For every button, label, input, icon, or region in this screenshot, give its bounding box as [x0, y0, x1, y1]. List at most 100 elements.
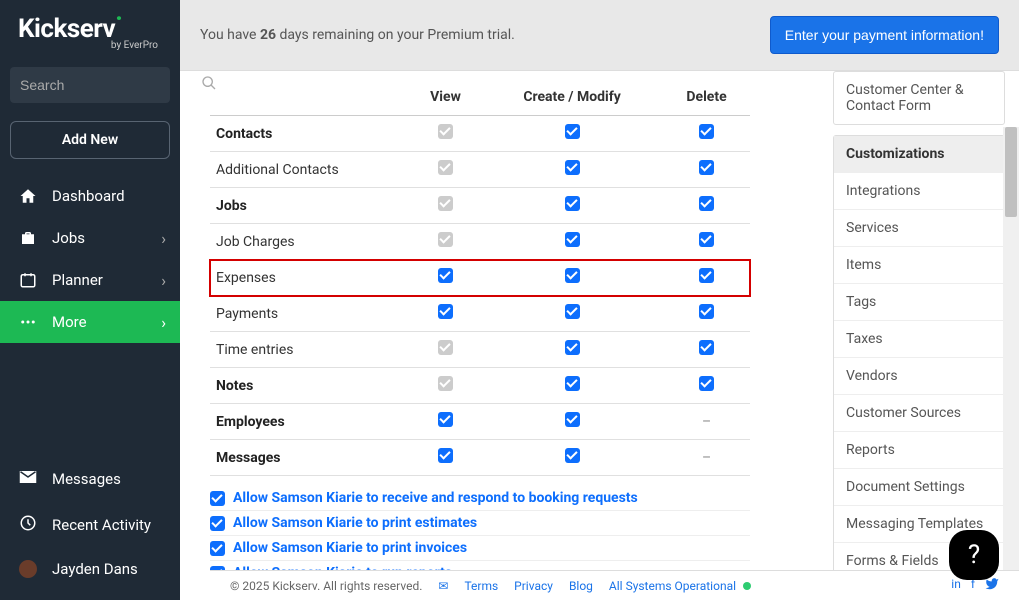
row-label: Payments — [210, 296, 410, 332]
panel-item-reports[interactable]: Reports — [834, 432, 1004, 469]
checkbox[interactable] — [565, 268, 580, 283]
checkbox[interactable] — [210, 491, 225, 506]
checkbox[interactable] — [210, 516, 225, 531]
panel-item-tags[interactable]: Tags — [834, 284, 1004, 321]
checkbox[interactable] — [565, 124, 580, 139]
checkbox[interactable] — [438, 268, 453, 283]
bottom-nav-label: Jayden Dans — [52, 560, 138, 578]
checkbox[interactable] — [699, 304, 714, 319]
checkbox[interactable] — [438, 304, 453, 319]
checkbox[interactable] — [565, 448, 580, 463]
perm-cell — [410, 188, 481, 224]
checkbox[interactable] — [438, 412, 453, 427]
panel-item-document-settings[interactable]: Document Settings — [834, 469, 1004, 506]
panel-item-customer-center[interactable]: Customer Center & Contact Form — [834, 72, 1004, 124]
checkbox[interactable] — [699, 124, 714, 139]
panel-item-vendors[interactable]: Vendors — [834, 358, 1004, 395]
nav-item-planner[interactable]: Planner› — [0, 259, 180, 301]
logo-dot: · — [115, 4, 122, 34]
calendar-icon — [18, 271, 38, 289]
panel-item-taxes[interactable]: Taxes — [834, 321, 1004, 358]
clock-icon — [19, 514, 37, 536]
panel-item-items[interactable]: Items — [834, 247, 1004, 284]
search-input[interactable] — [20, 77, 201, 93]
perm-cell — [481, 224, 663, 260]
footer: © 2025 Kickserv. All rights reserved. ✉ … — [210, 570, 1019, 600]
footer-link-terms[interactable]: Terms — [464, 579, 498, 593]
table-header: Delete — [663, 81, 750, 116]
checkbox[interactable] — [699, 196, 714, 211]
checkbox[interactable] — [699, 232, 714, 247]
perm-cell — [481, 188, 663, 224]
enter-payment-button[interactable]: Enter your payment information! — [770, 16, 999, 54]
checkbox[interactable] — [699, 340, 714, 355]
footer-link-privacy[interactable]: Privacy — [514, 579, 553, 593]
search-box[interactable] — [10, 67, 170, 103]
footer-link-status[interactable]: All Systems Operational — [609, 579, 751, 593]
perm-cell — [663, 224, 750, 260]
panel-item-customer-sources[interactable]: Customer Sources — [834, 395, 1004, 432]
panel-header-customizations: Customizations — [834, 136, 1004, 173]
checkbox[interactable] — [699, 160, 714, 175]
bottom-nav-label: Messages — [52, 470, 121, 488]
checkbox[interactable] — [565, 160, 580, 175]
bottom-nav: Messages Recent Activity Jayden Dans — [0, 456, 180, 600]
logo-text: Kickserv — [18, 14, 115, 44]
perm-cell — [481, 152, 663, 188]
bottom-nav-messages[interactable]: Messages — [0, 456, 180, 502]
checkbox[interactable] — [565, 376, 580, 391]
checkbox[interactable] — [699, 376, 714, 391]
footer-status-text: All Systems Operational — [609, 579, 736, 593]
nav-item-dashboard[interactable]: Dashboard — [0, 175, 180, 217]
panel-item-integrations[interactable]: Integrations — [834, 173, 1004, 210]
checkbox[interactable] — [210, 541, 225, 556]
checkbox — [438, 340, 453, 355]
perm-cell — [663, 260, 750, 296]
scrollbar-track[interactable] — [1003, 127, 1019, 580]
perm-cell: – — [663, 404, 750, 440]
help-button[interactable]: ? — [949, 530, 999, 580]
right-panel: Customer Center & Contact Form Customiza… — [819, 71, 1019, 600]
nav-item-more[interactable]: More› — [0, 301, 180, 343]
twitter-icon[interactable] — [985, 577, 999, 594]
panel-item-services[interactable]: Services — [834, 210, 1004, 247]
table-row-job-charges: Job Charges — [210, 224, 750, 260]
perm-cell — [481, 332, 663, 368]
checkbox[interactable] — [565, 232, 580, 247]
checkbox[interactable] — [438, 448, 453, 463]
nav-item-jobs[interactable]: Jobs› — [0, 217, 180, 259]
panel-top: Customer Center & Contact Form — [833, 71, 1005, 125]
perm-cell — [481, 296, 663, 332]
logo: Kickserv· by EverPro — [0, 0, 180, 59]
bottom-nav-recent-activity[interactable]: Recent Activity — [0, 502, 180, 548]
checkbox[interactable] — [565, 304, 580, 319]
footer-link-blog[interactable]: Blog — [569, 579, 593, 593]
add-new-button[interactable]: Add New — [10, 121, 170, 159]
scrollbar-thumb[interactable] — [1005, 127, 1017, 217]
content-wrap: ViewCreate / ModifyDelete ContactsAdditi… — [180, 71, 1019, 600]
table-row-messages: Messages– — [210, 440, 750, 476]
checkbox[interactable] — [699, 268, 714, 283]
perm-cell — [663, 188, 750, 224]
checkbox[interactable] — [565, 412, 580, 427]
home-icon — [18, 187, 38, 205]
allow-item: Allow Samson Kiarie to print estimates — [210, 511, 750, 536]
main: You have 26 days remaining on your Premi… — [180, 0, 1019, 600]
checkbox[interactable] — [565, 196, 580, 211]
table-row-notes: Notes — [210, 368, 750, 404]
row-label: Contacts — [210, 116, 410, 152]
linkedin-icon[interactable]: in — [951, 577, 961, 594]
checkbox — [438, 232, 453, 247]
chevron-right-icon: › — [161, 229, 166, 248]
perm-cell — [410, 332, 481, 368]
row-label: Employees — [210, 404, 410, 440]
checkbox — [438, 196, 453, 211]
banner-days: 26 — [260, 27, 276, 43]
perm-cell — [410, 116, 481, 152]
checkbox[interactable] — [565, 340, 580, 355]
bottom-nav-jayden-dans[interactable]: Jayden Dans — [0, 548, 180, 590]
perm-cell — [663, 368, 750, 404]
banner-prefix: You have — [200, 27, 260, 43]
chevron-right-icon: › — [161, 271, 166, 290]
allow-label: Allow Samson Kiarie to print invoices — [233, 540, 467, 556]
